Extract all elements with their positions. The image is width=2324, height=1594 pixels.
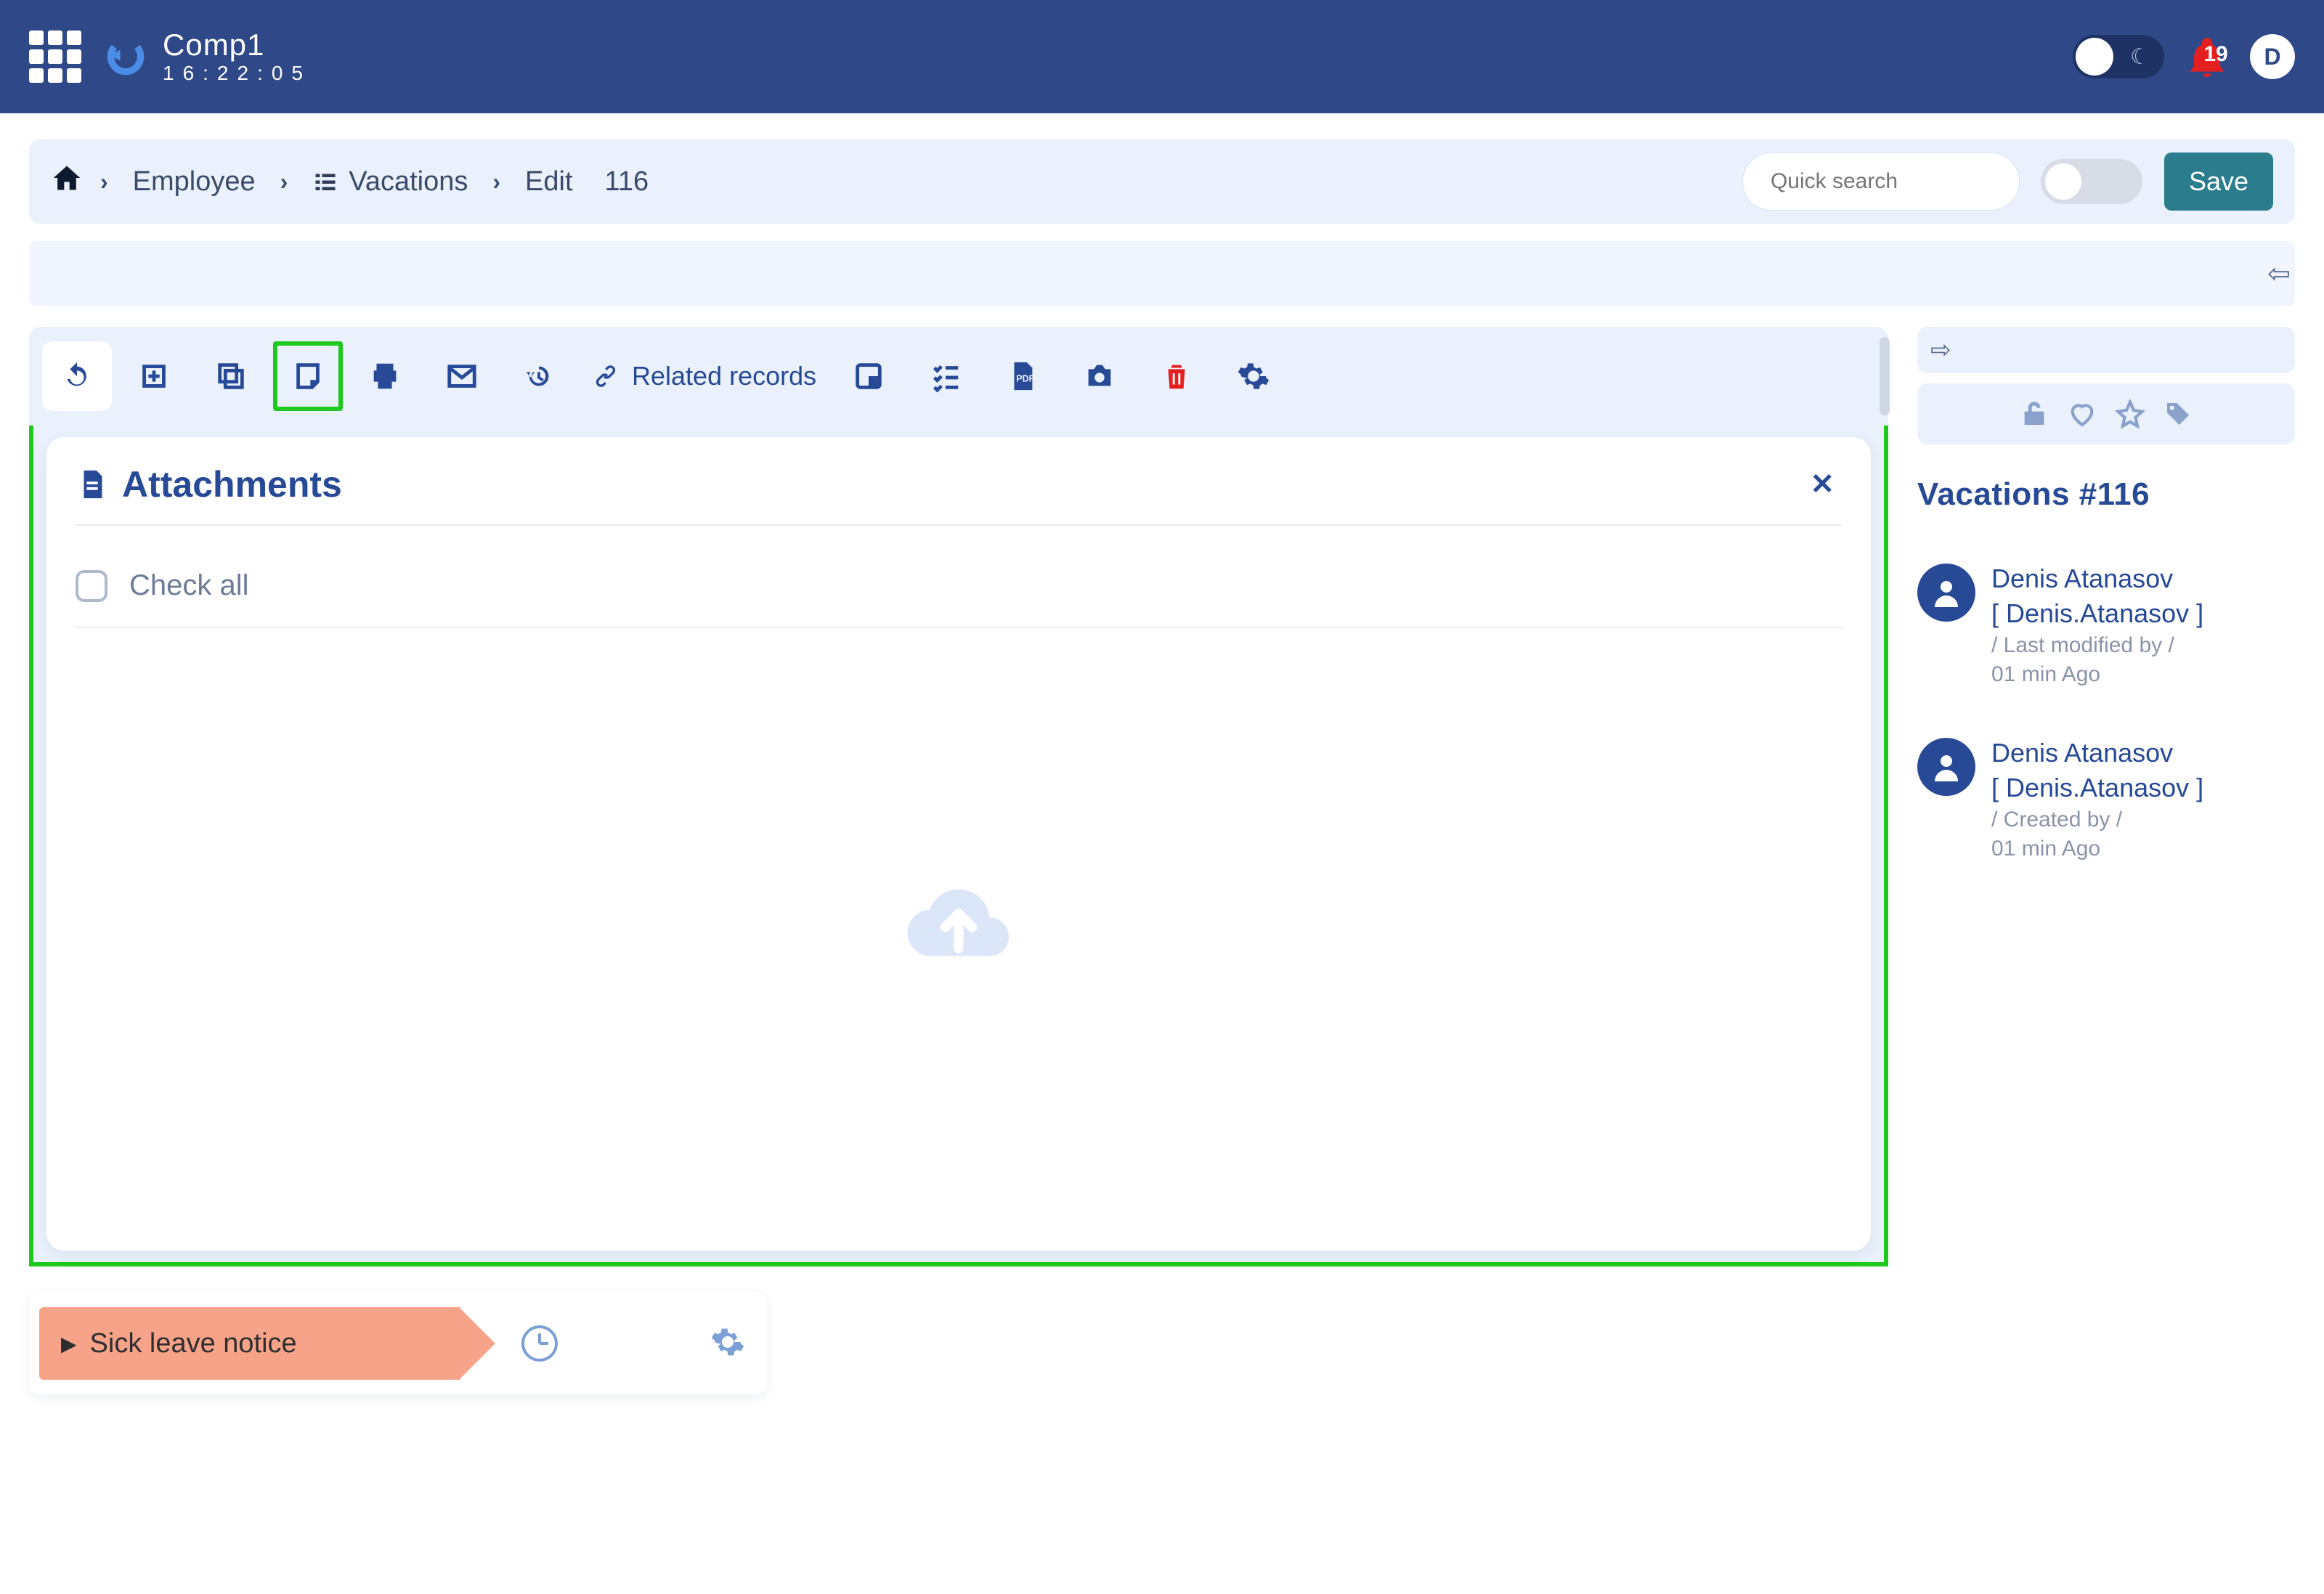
new-record-button[interactable] xyxy=(119,341,189,411)
attachments-title-text: Attachments xyxy=(122,463,342,505)
modified-user-name[interactable]: Denis Atanasov xyxy=(1991,564,2203,594)
scrollbar-track[interactable] xyxy=(1880,337,1890,415)
chevron-right-icon: › xyxy=(280,168,288,195)
secondary-toggle[interactable] xyxy=(2041,159,2142,204)
brand-block[interactable]: Comp1 16:22:05 xyxy=(102,30,312,84)
crumb-record-id: 116 xyxy=(598,162,657,202)
crumb-employee[interactable]: Employee xyxy=(126,162,263,202)
check-all-checkbox[interactable] xyxy=(76,570,107,602)
camera-button[interactable] xyxy=(1065,341,1134,411)
record-toolbar: Related records PDF xyxy=(29,327,1888,426)
card-button[interactable] xyxy=(834,341,903,411)
attachments-title: Attachments xyxy=(76,463,342,505)
history-button[interactable] xyxy=(504,341,574,411)
link-icon xyxy=(591,362,620,391)
modified-user-login[interactable]: [ Denis.Atanasov ] xyxy=(1991,598,2203,629)
created-ago: 01 min Ago xyxy=(1991,837,2203,861)
tag-icon[interactable] xyxy=(2163,399,2193,428)
sub-toolbar-strip: ⇦ xyxy=(29,241,2295,306)
check-all-row[interactable]: Check all xyxy=(76,569,1842,628)
record-sidebar: ⇨ Vacations #116 Denis Atanasov [ Denis.… xyxy=(1917,327,2295,1394)
notification-count: 19 xyxy=(2192,42,2240,67)
workflow-settings-button[interactable] xyxy=(710,1325,745,1363)
chevron-right-icon: › xyxy=(492,168,500,195)
settings-button[interactable] xyxy=(1219,341,1288,411)
clock-icon[interactable] xyxy=(521,1325,558,1362)
quick-search-input[interactable] xyxy=(1769,168,2052,195)
heart-icon[interactable] xyxy=(2068,399,2097,428)
home-icon[interactable] xyxy=(51,162,83,201)
user-icon xyxy=(1917,738,1975,796)
svg-text:PDF: PDF xyxy=(1017,374,1035,384)
cloud-upload-icon xyxy=(890,863,1028,987)
breadcrumb-bar: › Employee › Vacations › Edit 116 Save xyxy=(29,139,2295,224)
header-clock: 16:22:05 xyxy=(163,63,312,84)
sidebar-expand-row[interactable]: ⇨ xyxy=(1917,327,2295,373)
created-user-name[interactable]: Denis Atanasov xyxy=(1991,738,2203,768)
apps-grid-icon[interactable] xyxy=(29,31,81,83)
list-icon xyxy=(312,168,338,195)
star-icon[interactable] xyxy=(2116,399,2145,428)
file-icon xyxy=(76,464,109,505)
attachments-highlight-frame: Attachments ✕ Check all xyxy=(29,426,1888,1266)
modified-ago: 01 min Ago xyxy=(1991,662,2203,687)
sidebar-title: Vacations #116 xyxy=(1917,476,2295,513)
print-button[interactable] xyxy=(350,341,420,411)
chevron-right-icon: › xyxy=(100,168,108,195)
related-records-label: Related records xyxy=(632,361,816,391)
user-avatar[interactable]: D xyxy=(2250,34,2295,79)
save-button[interactable]: Save xyxy=(2164,153,2273,211)
created-user-login[interactable]: [ Denis.Atanasov ] xyxy=(1991,773,2203,803)
crumb-vacations-label: Vacations xyxy=(349,166,468,198)
workflow-step-label: Sick leave notice xyxy=(90,1328,297,1359)
company-name: Comp1 xyxy=(163,30,312,60)
crumb-edit: Edit xyxy=(518,162,580,202)
unlock-icon[interactable] xyxy=(2020,399,2049,428)
sidebar-action-icons xyxy=(1917,383,2295,444)
notifications-button[interactable]: 19 xyxy=(2183,28,2231,86)
mail-button[interactable] xyxy=(427,341,497,411)
related-records-button[interactable]: Related records xyxy=(581,361,826,391)
note-button[interactable] xyxy=(273,341,343,411)
upload-dropzone[interactable] xyxy=(76,628,1842,1221)
modified-label: / Last modified by / xyxy=(1991,633,2203,658)
dark-mode-toggle[interactable]: ☾ xyxy=(2073,35,2164,78)
user-icon xyxy=(1917,564,1975,622)
copy-button[interactable] xyxy=(196,341,266,411)
moon-icon: ☾ xyxy=(2130,44,2150,70)
app-topbar: Comp1 16:22:05 ☾ 19 D xyxy=(0,0,2324,113)
workflow-row: ▶ Sick leave notice xyxy=(29,1293,767,1394)
quick-search[interactable] xyxy=(1743,153,2019,210)
delete-button[interactable] xyxy=(1142,341,1211,411)
created-label: / Created by / xyxy=(1991,808,2203,832)
created-by-block: Denis Atanasov [ Denis.Atanasov ] / Crea… xyxy=(1917,738,2295,861)
workflow-step-chip[interactable]: ▶ Sick leave notice xyxy=(39,1307,460,1380)
check-all-label: Check all xyxy=(129,569,249,602)
collapse-arrow-icon[interactable]: ⇦ xyxy=(2267,258,2291,290)
expand-arrow-icon: ⇨ xyxy=(1930,336,1951,365)
refresh-button[interactable] xyxy=(42,341,112,411)
pdf-button[interactable]: PDF xyxy=(988,341,1057,411)
brand-logo-icon xyxy=(102,33,150,81)
checklist-button[interactable] xyxy=(911,341,980,411)
play-icon: ▶ xyxy=(61,1332,77,1356)
modified-by-block: Denis Atanasov [ Denis.Atanasov ] / Last… xyxy=(1917,564,2295,687)
crumb-vacations[interactable]: Vacations xyxy=(305,162,475,202)
close-icon[interactable]: ✕ xyxy=(1803,465,1842,504)
attachments-panel: Attachments ✕ Check all xyxy=(46,437,1871,1251)
avatar-initial: D xyxy=(2264,44,2280,70)
